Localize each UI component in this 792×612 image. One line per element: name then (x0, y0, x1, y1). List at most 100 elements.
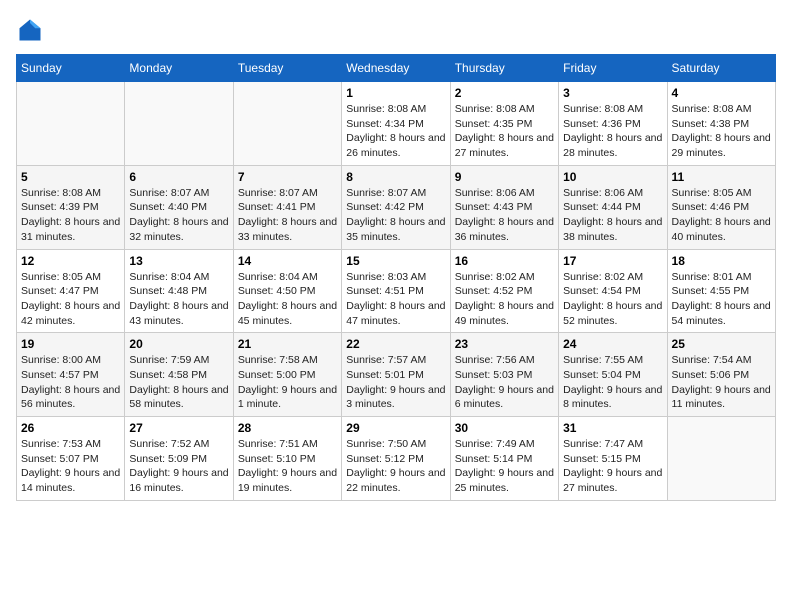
day-info: Sunrise: 8:07 AM Sunset: 4:40 PM Dayligh… (129, 186, 228, 245)
calendar-cell: 10Sunrise: 8:06 AM Sunset: 4:44 PM Dayli… (559, 165, 667, 249)
day-number: 26 (21, 421, 120, 435)
day-info: Sunrise: 7:54 AM Sunset: 5:06 PM Dayligh… (672, 353, 771, 412)
day-number: 20 (129, 337, 228, 351)
day-info: Sunrise: 8:08 AM Sunset: 4:35 PM Dayligh… (455, 102, 554, 161)
day-number: 17 (563, 254, 662, 268)
calendar-cell: 7 Sunrise: 8:07 AM Sunset: 4:41 PM Daylig… (233, 165, 341, 249)
day-info: Sunrise: 7:58 AM Sunset: 5:00 PM Dayligh… (238, 353, 337, 412)
day-info: Sunrise: 8:02 AM Sunset: 4:52 PM Dayligh… (455, 270, 554, 329)
calendar-cell: 25 Sunrise: 7:54 AM Sunset: 5:06 PM Dayli… (667, 333, 775, 417)
day-info: Sunrise: 7:50 AM Sunset: 5:12 PM Dayligh… (346, 437, 445, 496)
day-number: 14 (238, 254, 337, 268)
calendar-cell: 29 Sunrise: 7:50 AM Sunset: 5:12 PM Dayli… (342, 417, 450, 501)
col-header-monday: Monday (125, 55, 233, 82)
day-info: Sunrise: 8:08 AM Sunset: 4:36 PM Dayligh… (563, 102, 662, 161)
day-info: Sunrise: 8:05 AM Sunset: 4:47 PM Dayligh… (21, 270, 120, 329)
day-info: Sunrise: 7:47 AM Sunset: 5:15 PM Dayligh… (563, 437, 662, 496)
calendar-header-row: SundayMondayTuesdayWednesdayThursdayFrid… (17, 55, 776, 82)
calendar-cell: 30 Sunrise: 7:49 AM Sunset: 5:14 PM Dayli… (450, 417, 558, 501)
day-number: 25 (672, 337, 771, 351)
day-number: 23 (455, 337, 554, 351)
day-info: Sunrise: 8:05 AM Sunset: 4:46 PM Dayligh… (672, 186, 771, 245)
day-number: 15 (346, 254, 445, 268)
day-info: Sunrise: 8:07 AM Sunset: 4:41 PM Dayligh… (238, 186, 337, 245)
day-info: Sunrise: 8:08 AM Sunset: 4:38 PM Dayligh… (672, 102, 771, 161)
day-info: Sunrise: 8:07 AM Sunset: 4:42 PM Dayligh… (346, 186, 445, 245)
day-info: Sunrise: 8:00 AM Sunset: 4:57 PM Dayligh… (21, 353, 120, 412)
day-number: 29 (346, 421, 445, 435)
calendar-cell: 14 Sunrise: 8:04 AM Sunset: 4:50 PM Dayli… (233, 249, 341, 333)
calendar-cell: 22Sunrise: 7:57 AM Sunset: 5:01 PM Dayli… (342, 333, 450, 417)
day-number: 21 (238, 337, 337, 351)
calendar-cell (233, 82, 341, 166)
day-number: 28 (238, 421, 337, 435)
day-info: Sunrise: 8:03 AM Sunset: 4:51 PM Dayligh… (346, 270, 445, 329)
logo (16, 16, 48, 44)
day-info: Sunrise: 7:53 AM Sunset: 5:07 PM Dayligh… (21, 437, 120, 496)
calendar-cell: 5 Sunrise: 8:08 AM Sunset: 4:39 PM Daylig… (17, 165, 125, 249)
calendar-cell: 1Sunrise: 8:08 AM Sunset: 4:34 PM Daylig… (342, 82, 450, 166)
day-number: 24 (563, 337, 662, 351)
day-number: 2 (455, 86, 554, 100)
day-number: 30 (455, 421, 554, 435)
day-number: 7 (238, 170, 337, 184)
day-number: 6 (129, 170, 228, 184)
week-row-3: 12 Sunrise: 8:05 AM Sunset: 4:47 PM Dayli… (17, 249, 776, 333)
col-header-sunday: Sunday (17, 55, 125, 82)
calendar-cell (667, 417, 775, 501)
day-number: 5 (21, 170, 120, 184)
calendar-cell: 11 Sunrise: 8:05 AM Sunset: 4:46 PM Dayli… (667, 165, 775, 249)
day-number: 4 (672, 86, 771, 100)
week-row-4: 19 Sunrise: 8:00 AM Sunset: 4:57 PM Dayli… (17, 333, 776, 417)
day-info: Sunrise: 8:02 AM Sunset: 4:54 PM Dayligh… (563, 270, 662, 329)
calendar-cell: 15 Sunrise: 8:03 AM Sunset: 4:51 PM Dayli… (342, 249, 450, 333)
day-number: 12 (21, 254, 120, 268)
day-info: Sunrise: 8:06 AM Sunset: 4:43 PM Dayligh… (455, 186, 554, 245)
week-row-2: 5 Sunrise: 8:08 AM Sunset: 4:39 PM Daylig… (17, 165, 776, 249)
day-number: 19 (21, 337, 120, 351)
day-info: Sunrise: 7:55 AM Sunset: 5:04 PM Dayligh… (563, 353, 662, 412)
col-header-tuesday: Tuesday (233, 55, 341, 82)
col-header-thursday: Thursday (450, 55, 558, 82)
calendar-cell: 26 Sunrise: 7:53 AM Sunset: 5:07 PM Dayli… (17, 417, 125, 501)
day-info: Sunrise: 7:59 AM Sunset: 4:58 PM Dayligh… (129, 353, 228, 412)
day-number: 9 (455, 170, 554, 184)
calendar-cell (125, 82, 233, 166)
calendar-cell: 20 Sunrise: 7:59 AM Sunset: 4:58 PM Dayli… (125, 333, 233, 417)
calendar-cell: 13Sunrise: 8:04 AM Sunset: 4:48 PM Dayli… (125, 249, 233, 333)
day-info: Sunrise: 8:04 AM Sunset: 4:48 PM Dayligh… (129, 270, 228, 329)
day-number: 16 (455, 254, 554, 268)
calendar-cell: 17 Sunrise: 8:02 AM Sunset: 4:54 PM Dayli… (559, 249, 667, 333)
col-header-saturday: Saturday (667, 55, 775, 82)
calendar-cell: 18Sunrise: 8:01 AM Sunset: 4:55 PM Dayli… (667, 249, 775, 333)
day-number: 1 (346, 86, 445, 100)
calendar-cell: 16 Sunrise: 8:02 AM Sunset: 4:52 PM Dayli… (450, 249, 558, 333)
calendar-cell: 2 Sunrise: 8:08 AM Sunset: 4:35 PM Daylig… (450, 82, 558, 166)
calendar-cell (17, 82, 125, 166)
calendar-cell: 4 Sunrise: 8:08 AM Sunset: 4:38 PM Daylig… (667, 82, 775, 166)
day-info: Sunrise: 7:52 AM Sunset: 5:09 PM Dayligh… (129, 437, 228, 496)
calendar-cell: 23Sunrise: 7:56 AM Sunset: 5:03 PM Dayli… (450, 333, 558, 417)
day-number: 18 (672, 254, 771, 268)
page-header (16, 16, 776, 44)
col-header-friday: Friday (559, 55, 667, 82)
day-info: Sunrise: 8:04 AM Sunset: 4:50 PM Dayligh… (238, 270, 337, 329)
calendar-cell: 24 Sunrise: 7:55 AM Sunset: 5:04 PM Dayli… (559, 333, 667, 417)
day-number: 11 (672, 170, 771, 184)
day-number: 31 (563, 421, 662, 435)
day-info: Sunrise: 7:49 AM Sunset: 5:14 PM Dayligh… (455, 437, 554, 496)
day-number: 10 (563, 170, 662, 184)
day-number: 3 (563, 86, 662, 100)
calendar-cell: 6 Sunrise: 8:07 AM Sunset: 4:40 PM Daylig… (125, 165, 233, 249)
logo-icon (16, 16, 44, 44)
calendar-cell: 27 Sunrise: 7:52 AM Sunset: 5:09 PM Dayli… (125, 417, 233, 501)
calendar-cell: 31 Sunrise: 7:47 AM Sunset: 5:15 PM Dayli… (559, 417, 667, 501)
calendar-cell: 3 Sunrise: 8:08 AM Sunset: 4:36 PM Daylig… (559, 82, 667, 166)
week-row-5: 26 Sunrise: 7:53 AM Sunset: 5:07 PM Dayli… (17, 417, 776, 501)
day-info: Sunrise: 8:08 AM Sunset: 4:39 PM Dayligh… (21, 186, 120, 245)
day-number: 27 (129, 421, 228, 435)
col-header-wednesday: Wednesday (342, 55, 450, 82)
day-number: 8 (346, 170, 445, 184)
calendar-cell: 21 Sunrise: 7:58 AM Sunset: 5:00 PM Dayli… (233, 333, 341, 417)
calendar-cell: 9 Sunrise: 8:06 AM Sunset: 4:43 PM Daylig… (450, 165, 558, 249)
